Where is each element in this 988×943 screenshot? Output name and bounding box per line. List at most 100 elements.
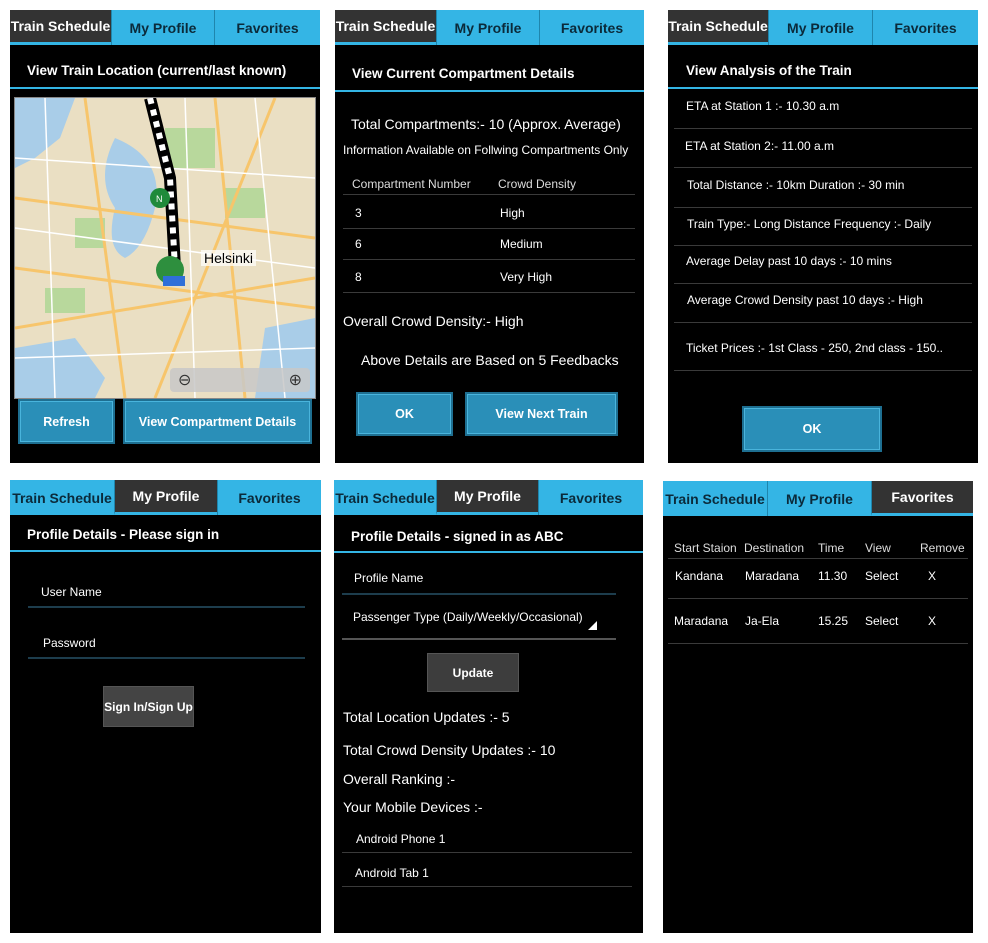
username-field[interactable]: User Name — [41, 585, 102, 599]
title-divider — [10, 87, 320, 89]
overall-crowd-density: Overall Crowd Density:- High — [343, 313, 524, 329]
analysis-item: ETA at Station 1 :- 10.30 a.m — [686, 99, 840, 113]
analysis-item: Total Distance :- 10km Duration :- 30 mi… — [687, 178, 905, 192]
header-view: View — [865, 541, 891, 555]
screen-profile-signed-in: Train Schedule My Profile Favorites Prof… — [334, 480, 643, 933]
table-cell: Kandana — [675, 569, 724, 583]
tab-favorites[interactable]: Favorites — [872, 10, 978, 45]
tab-my-profile[interactable]: My Profile — [768, 10, 872, 45]
remove-button[interactable]: X — [928, 614, 936, 628]
update-button[interactable]: Update — [427, 653, 519, 692]
tab-favorites[interactable]: Favorites — [871, 481, 973, 516]
item-divider — [674, 245, 972, 246]
tab-train-schedule[interactable]: Train Schedule — [10, 10, 111, 45]
table-cell: 6 — [355, 237, 362, 251]
screen-favorites: Train Schedule My Profile Favorites Star… — [663, 481, 973, 933]
table-cell: 15.25 — [818, 614, 849, 628]
remove-button[interactable]: X — [928, 569, 936, 583]
ok-button[interactable]: OK — [742, 406, 882, 452]
screen-title: Profile Details - signed in as ABC — [351, 529, 564, 544]
device-divider — [342, 852, 632, 853]
header-remove: Remove — [920, 541, 965, 555]
analysis-item: Ticket Prices :- 1st Class - 250, 2nd cl… — [686, 341, 943, 355]
password-underline — [28, 657, 305, 659]
tab-my-profile[interactable]: My Profile — [114, 480, 217, 515]
tab-train-schedule[interactable]: Train Schedule — [335, 10, 436, 45]
item-divider — [674, 322, 972, 323]
ok-button[interactable]: OK — [356, 392, 453, 436]
table-divider — [343, 228, 635, 229]
tab-favorites[interactable]: Favorites — [538, 480, 643, 515]
zoom-in-icon[interactable]: ⊕ — [289, 370, 302, 390]
table-divider — [343, 292, 635, 293]
refresh-button[interactable]: Refresh — [18, 399, 115, 444]
table-cell: Very High — [500, 270, 553, 284]
info-text: Information Available on Follwing Compar… — [343, 143, 629, 157]
analysis-item: Average Delay past 10 days :- 10 mins — [686, 254, 892, 268]
passenger-type-underline — [342, 638, 616, 640]
tab-bar: Train Schedule My Profile Favorites — [663, 481, 973, 516]
header-time: Time — [818, 541, 845, 555]
tab-train-schedule[interactable]: Train Schedule — [334, 480, 436, 515]
tab-my-profile[interactable]: My Profile — [767, 481, 871, 516]
crowd-density-updates: Total Crowd Density Updates :- 10 — [343, 742, 556, 758]
tab-bar: Train Schedule My Profile Favorites — [334, 480, 643, 515]
screen-train-analysis: Train Schedule My Profile Favorites View… — [668, 10, 978, 463]
device-item[interactable]: Android Tab 1 — [355, 866, 429, 880]
password-field[interactable]: Password — [43, 636, 96, 650]
screen-title: View Analysis of the Train — [686, 63, 852, 78]
map-city-label: Helsinki — [201, 250, 257, 266]
device-item[interactable]: Android Phone 1 — [356, 832, 445, 846]
tab-bar: Train Schedule My Profile Favorites — [668, 10, 978, 45]
table-divider — [668, 643, 968, 644]
screen-title: Profile Details - Please sign in — [27, 527, 220, 542]
profile-name-field[interactable]: Profile Name — [354, 571, 423, 585]
item-divider — [674, 207, 972, 208]
total-compartments: Total Compartments:- 10 (Approx. Average… — [351, 116, 621, 132]
sign-in-button[interactable]: Sign In/Sign Up — [103, 686, 194, 727]
view-compartment-details-button[interactable]: View Compartment Details — [123, 399, 312, 444]
overall-ranking: Overall Ranking :- — [343, 771, 456, 787]
tab-my-profile[interactable]: My Profile — [436, 10, 539, 45]
passenger-type-field[interactable]: Passenger Type (Daily/Weekly/Occasional) — [353, 610, 583, 624]
tab-train-schedule[interactable]: Train Schedule — [663, 481, 767, 516]
table-cell: High — [500, 206, 525, 220]
table-cell: 3 — [355, 206, 362, 220]
device-divider — [342, 886, 632, 887]
view-next-train-button[interactable]: View Next Train — [465, 392, 618, 436]
svg-text:N: N — [156, 194, 163, 204]
select-link[interactable]: Select — [865, 569, 898, 583]
table-cell: 8 — [355, 270, 362, 284]
table-cell: Maradana — [674, 614, 729, 628]
table-cell: 11.30 — [818, 569, 848, 583]
tab-train-schedule[interactable]: Train Schedule — [10, 480, 114, 515]
tab-favorites[interactable]: Favorites — [214, 10, 320, 45]
profile-name-underline — [342, 593, 616, 595]
dropdown-corner-icon[interactable] — [588, 621, 597, 630]
header-compartment-number: Compartment Number — [352, 177, 471, 191]
header-crowd-density: Crowd Density — [498, 177, 577, 191]
analysis-item: Train Type:- Long Distance Frequency :- … — [687, 217, 932, 231]
analysis-item: Average Crowd Density past 10 days :- Hi… — [687, 293, 923, 307]
screen-title: View Train Location (current/last known) — [27, 63, 287, 78]
item-divider — [674, 370, 972, 371]
map-image: N — [15, 98, 315, 398]
header-destination: Destination — [744, 541, 805, 555]
map-view[interactable]: N Helsinki ⊖ ⊕ — [14, 97, 316, 399]
select-link[interactable]: Select — [865, 614, 898, 628]
tab-bar: Train Schedule My Profile Favorites — [10, 10, 320, 45]
analysis-item: ETA at Station 2:- 11.00 a.m — [685, 139, 834, 153]
title-divider — [335, 90, 644, 92]
tab-favorites[interactable]: Favorites — [217, 480, 321, 515]
table-cell: Ja-Ela — [745, 614, 780, 628]
table-divider — [668, 558, 968, 559]
item-divider — [674, 283, 972, 284]
zoom-out-icon[interactable]: ⊖ — [178, 370, 191, 390]
tab-favorites[interactable]: Favorites — [539, 10, 644, 45]
tab-my-profile[interactable]: My Profile — [436, 480, 538, 515]
title-divider — [334, 551, 643, 553]
tab-train-schedule[interactable]: Train Schedule — [668, 10, 768, 45]
tab-my-profile[interactable]: My Profile — [111, 10, 214, 45]
screen-compartment-details: Train Schedule My Profile Favorites View… — [335, 10, 644, 463]
title-divider — [668, 87, 978, 89]
